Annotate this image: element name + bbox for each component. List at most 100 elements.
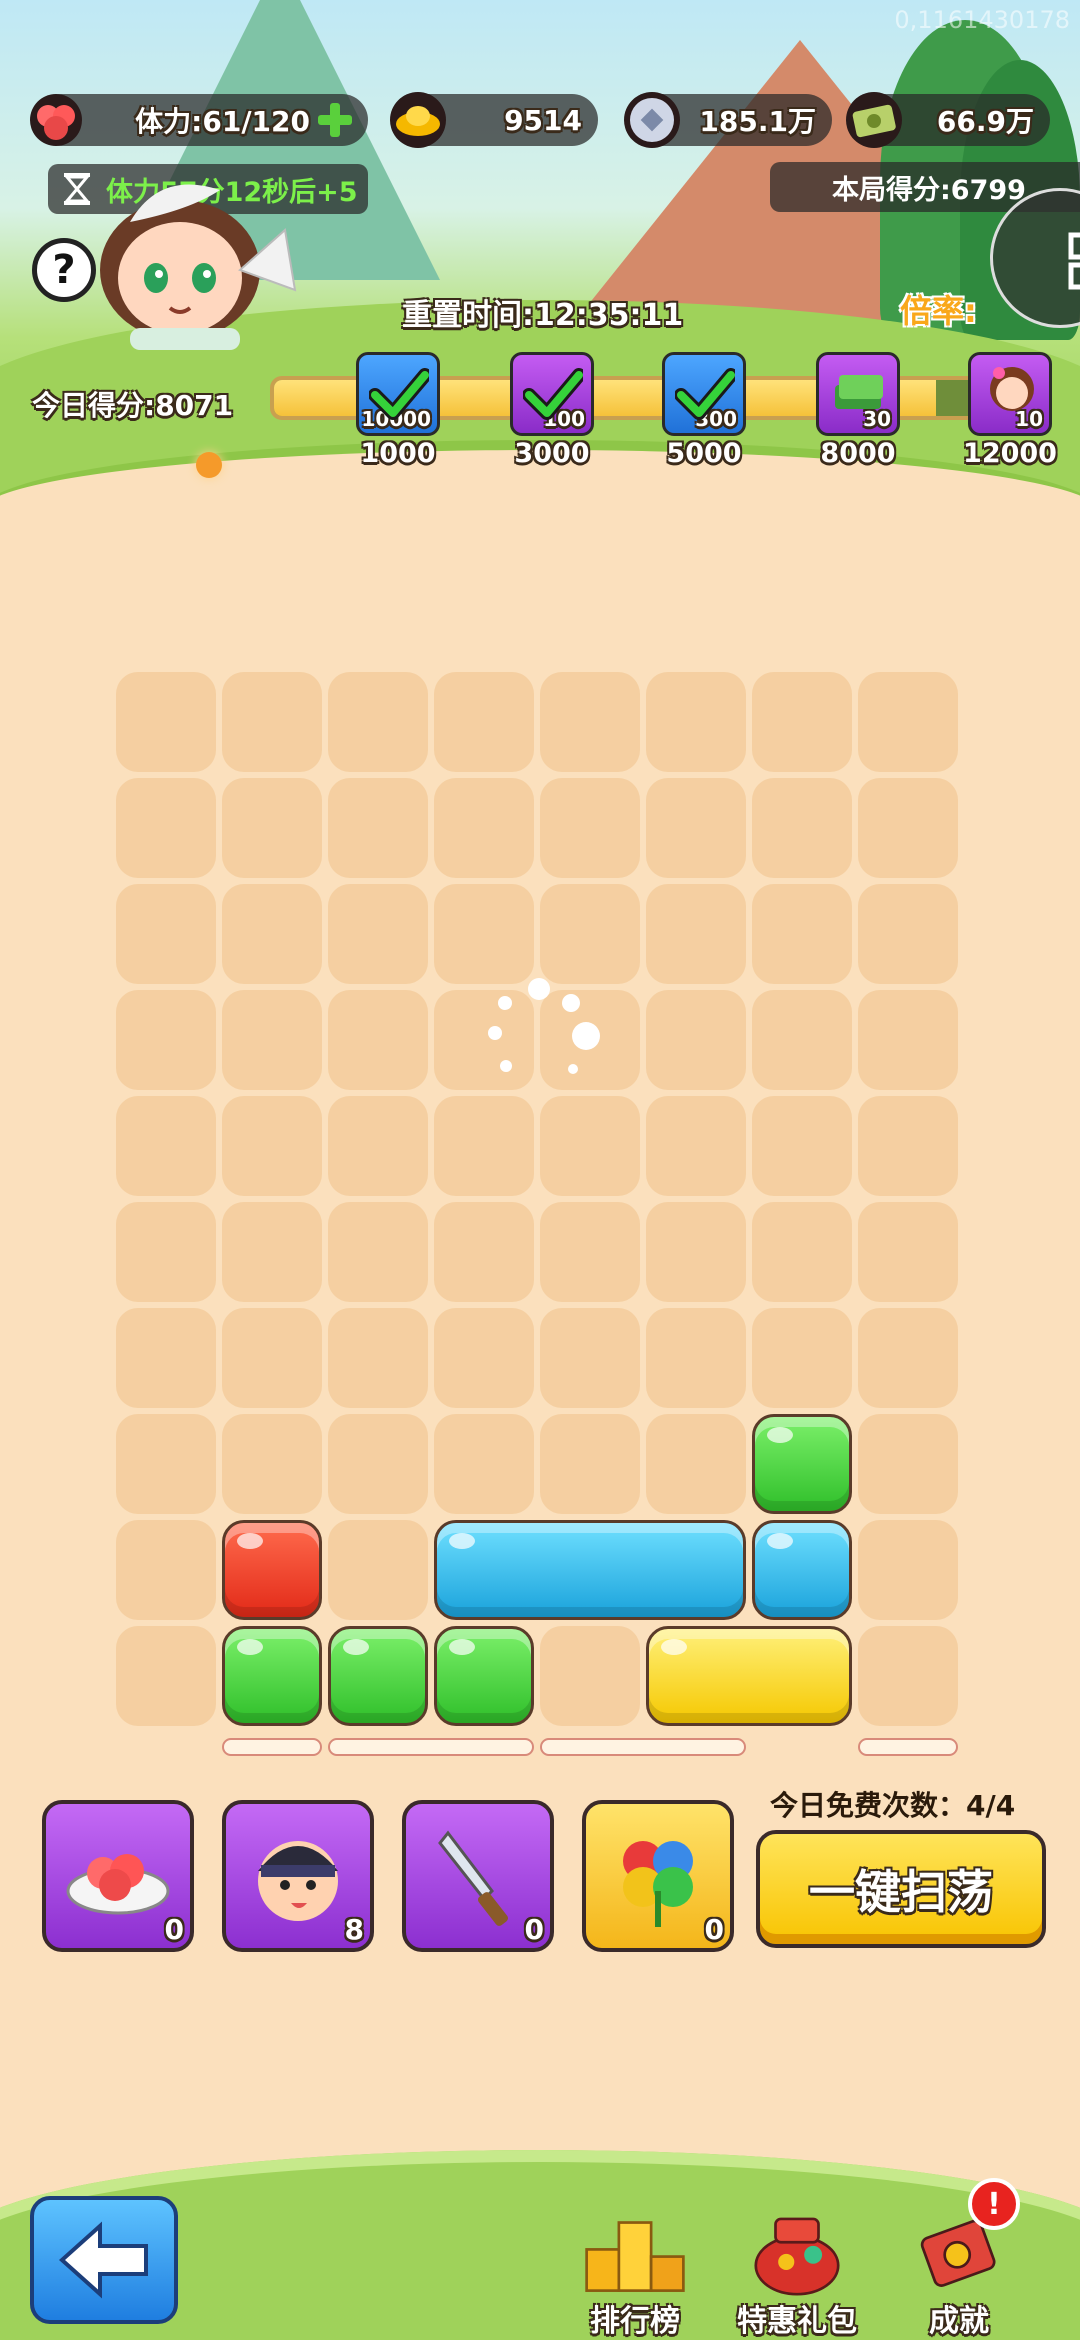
item-count: 0 bbox=[164, 1913, 184, 1946]
board-cell bbox=[646, 884, 746, 984]
board-cell bbox=[858, 672, 958, 772]
milestone-threshold: 12000 bbox=[963, 438, 1057, 469]
green-block[interactable] bbox=[752, 1414, 852, 1514]
board-cell bbox=[434, 672, 534, 772]
item-flower[interactable]: 0 bbox=[582, 1800, 734, 1952]
gold-pill[interactable]: 9514 bbox=[390, 92, 598, 148]
milestone-reward-1[interactable]: 10000 bbox=[356, 352, 440, 436]
green-block[interactable] bbox=[434, 1626, 534, 1726]
sweep-button[interactable]: 一键扫荡 bbox=[756, 1830, 1046, 1948]
blue-block[interactable] bbox=[752, 1520, 852, 1620]
sparkle-icon bbox=[196, 452, 222, 478]
board-cell bbox=[540, 1626, 640, 1726]
board-cell bbox=[858, 990, 958, 1090]
hero-face-icon bbox=[258, 1841, 338, 1921]
board-cell bbox=[858, 1308, 958, 1408]
board-cell bbox=[540, 672, 640, 772]
item-knife[interactable]: 0 bbox=[402, 1800, 554, 1952]
milestone-reward-3[interactable]: 300 bbox=[662, 352, 746, 436]
milestone-threshold: 1000 bbox=[360, 438, 436, 469]
board-cell bbox=[328, 884, 428, 984]
board-cell bbox=[752, 778, 852, 878]
board-cell bbox=[646, 1096, 746, 1196]
board-cell bbox=[752, 1202, 852, 1302]
green-block[interactable] bbox=[328, 1626, 428, 1726]
board-cell bbox=[222, 672, 322, 772]
leaderboard-button[interactable]: 排行榜 bbox=[560, 2210, 710, 2340]
board-cell bbox=[116, 1202, 216, 1302]
drop-slot bbox=[328, 1738, 534, 1756]
item-hero-face[interactable]: 8 bbox=[222, 1800, 374, 1952]
board-cell bbox=[752, 884, 852, 984]
hero-portrait-icon bbox=[990, 367, 1034, 411]
gold-value: 9514 bbox=[504, 103, 582, 137]
board-cell bbox=[858, 884, 958, 984]
stamina-value: 体力:61/120 bbox=[135, 105, 310, 138]
board-cell bbox=[646, 1308, 746, 1408]
board-cell bbox=[328, 672, 428, 772]
stamina-pill[interactable]: 体力:61/120 bbox=[30, 94, 368, 146]
board-cell bbox=[222, 884, 322, 984]
achievements-button[interactable]: 成就 bbox=[884, 2210, 1034, 2340]
board-cell bbox=[328, 1520, 428, 1620]
notification-badge: ! bbox=[968, 2178, 1020, 2230]
board-cell bbox=[752, 672, 852, 772]
board-cell bbox=[116, 1096, 216, 1196]
silver-value: 185.1万 bbox=[699, 105, 816, 138]
board-cell bbox=[858, 1626, 958, 1726]
plus-icon[interactable] bbox=[318, 103, 352, 137]
multiplier-label: 倍率: bbox=[900, 292, 977, 330]
milestone-reward-4[interactable]: 30 bbox=[816, 352, 900, 436]
treasure-bag-icon bbox=[754, 2217, 840, 2296]
green-block[interactable] bbox=[222, 1626, 322, 1726]
special-pack-button[interactable]: 特惠礼包 bbox=[722, 2210, 872, 2340]
help-button[interactable]: ? bbox=[32, 238, 96, 302]
item-meat-plate[interactable]: 0 bbox=[42, 1800, 194, 1952]
board-cell bbox=[752, 1096, 852, 1196]
board-cell bbox=[434, 1202, 534, 1302]
blue-block[interactable] bbox=[434, 1520, 746, 1620]
check-icon bbox=[675, 368, 735, 420]
milestone-threshold: 3000 bbox=[514, 438, 590, 469]
drop-slot bbox=[540, 1738, 746, 1756]
board-cell bbox=[328, 778, 428, 878]
leaderboard-label: 排行榜 bbox=[590, 2304, 680, 2339]
item-count: 8 bbox=[344, 1913, 364, 1946]
knife-icon bbox=[438, 1830, 508, 1926]
board-cell bbox=[540, 1202, 640, 1302]
board-cell bbox=[222, 1414, 322, 1514]
board-cell bbox=[858, 1520, 958, 1620]
cash-pill[interactable]: 66.9万 bbox=[846, 92, 1050, 148]
board-cell bbox=[540, 1096, 640, 1196]
bubble-effect bbox=[568, 1064, 578, 1074]
board-cell bbox=[222, 1308, 322, 1408]
board-cell bbox=[116, 1520, 216, 1620]
meat-icon bbox=[22, 86, 90, 154]
bubble-effect bbox=[498, 996, 512, 1010]
back-arrow-icon bbox=[59, 2221, 148, 2299]
board-cell bbox=[540, 1414, 640, 1514]
free-count-text: 今日免费次数：4/4 bbox=[770, 1789, 1016, 1822]
special-pack-label: 特惠礼包 bbox=[737, 2304, 857, 2339]
achievements-label: 成就 bbox=[929, 2304, 989, 2339]
board-cell bbox=[328, 1308, 428, 1408]
board-cell bbox=[434, 1096, 534, 1196]
back-button[interactable] bbox=[30, 2196, 178, 2324]
bubble-effect bbox=[572, 1022, 600, 1050]
milestone-reward-2[interactable]: 100 bbox=[510, 352, 594, 436]
board-cell bbox=[328, 1096, 428, 1196]
board-cell bbox=[858, 778, 958, 878]
board-cell bbox=[752, 990, 852, 1090]
yellow-block[interactable] bbox=[646, 1626, 852, 1726]
board-cell bbox=[116, 1308, 216, 1408]
milestone-reward-5[interactable]: 10 bbox=[968, 352, 1052, 436]
item-count: 0 bbox=[524, 1913, 544, 1946]
board-cell bbox=[116, 884, 216, 984]
board-cell bbox=[646, 990, 746, 1090]
silver-pill[interactable]: 185.1万 bbox=[624, 92, 832, 148]
board-cell bbox=[646, 1202, 746, 1302]
game-board[interactable] bbox=[116, 672, 964, 1756]
red-block[interactable] bbox=[222, 1520, 322, 1620]
check-icon bbox=[369, 368, 429, 420]
board-cell bbox=[328, 990, 428, 1090]
